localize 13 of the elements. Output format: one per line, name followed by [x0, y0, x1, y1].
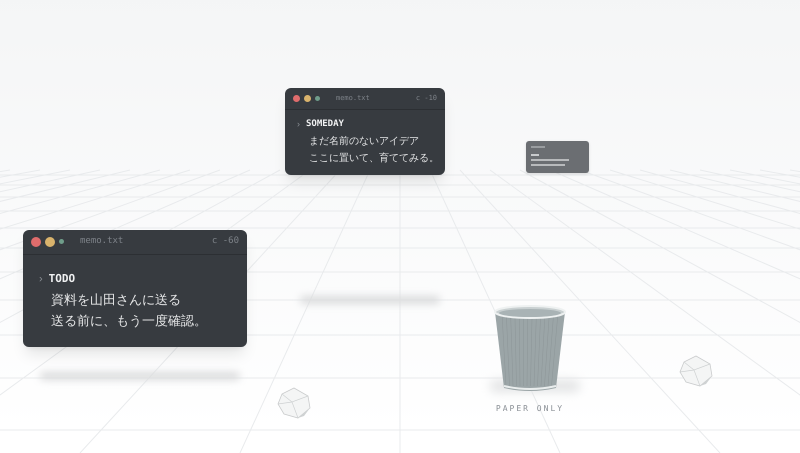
note-line: ここに置いて、育ててみる。: [308, 152, 433, 166]
wastebasket-drawing[interactable]: [492, 304, 568, 394]
file-title: memo.txt: [80, 235, 124, 248]
note-line: 送る前に、もう一度確認。: [50, 312, 208, 330]
chevron-icon: ›: [39, 270, 43, 287]
distant-note-card: [526, 141, 589, 173]
chevron-icon: ›: [297, 118, 300, 131]
note-line: 資料を山田さんに送る: [50, 291, 182, 309]
note-heading: TODO: [48, 270, 76, 286]
note-line: まだ名前のないアイデア: [308, 135, 420, 149]
note-heading: SOMEDAY: [306, 118, 344, 130]
shortcut-hint: c -60: [212, 235, 239, 248]
bin-label: PAPER ONLY: [494, 403, 566, 415]
